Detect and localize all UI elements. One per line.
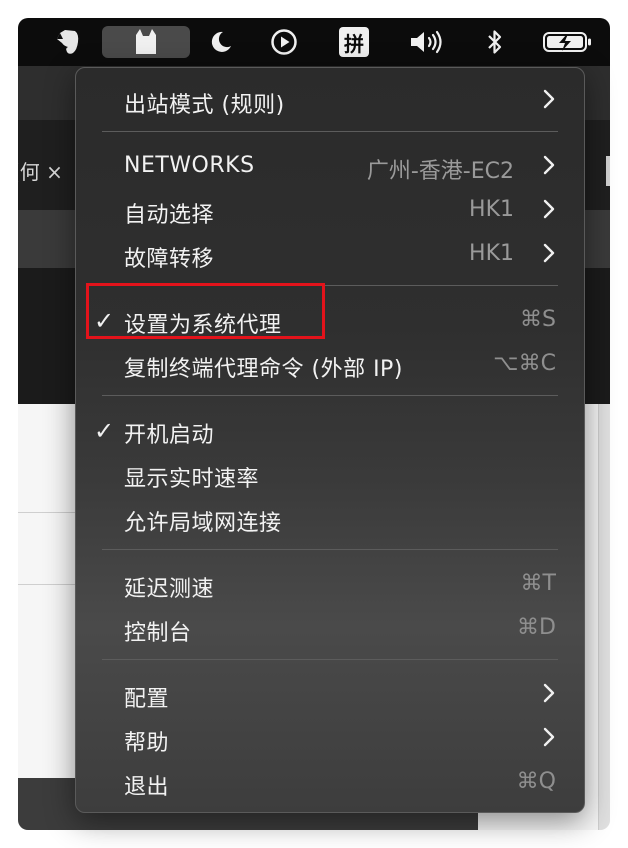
menu-item-label: 延迟测速: [124, 577, 215, 602]
menu-item-networks[interactable]: NETWORKS 广州-香港-EC2: [76, 144, 584, 188]
menu-item-label: 显示实时速率: [124, 467, 260, 492]
menu-item-value: 广州-香港-EC2: [366, 159, 514, 184]
menu-item-launch-at-login[interactable]: ✓ 开机启动: [76, 408, 584, 452]
menu-item-label: 开机启动: [124, 423, 215, 448]
menu-item-label: NETWORKS: [124, 153, 255, 178]
background-divider: [18, 584, 78, 585]
menu-item-label: 允许局域网连接: [124, 511, 282, 536]
chevron-right-icon: [543, 243, 555, 263]
menu-item-auto-select[interactable]: 自动选择 HK1: [76, 188, 584, 232]
menu-item-show-speed[interactable]: 显示实时速率: [76, 452, 584, 496]
background-divider: [18, 512, 78, 513]
highlight-annotation-box: [86, 283, 325, 339]
menu-item-dashboard[interactable]: 控制台 ⌘D: [76, 606, 584, 650]
menu-item-label: 退出: [124, 775, 170, 800]
evernote-icon[interactable]: [48, 26, 88, 58]
menu-item-copy-terminal-command[interactable]: 复制终端代理命令 (外部 IP) ⌥⌘C: [76, 342, 584, 386]
play-circle-icon[interactable]: [264, 26, 304, 58]
chevron-right-icon: [543, 89, 555, 109]
battery-charging-icon: [540, 26, 596, 58]
bluetooth-icon[interactable]: [480, 26, 510, 58]
menu-item-outbound-mode[interactable]: 出站模式 (规则): [76, 78, 584, 122]
background-scrollbar: [598, 404, 610, 830]
menu-item-label: 控制台: [124, 621, 192, 646]
background-tab-title: (何 ×: [18, 160, 63, 184]
menu-item-label: 自动选择: [124, 203, 215, 228]
chevron-right-icon: [543, 727, 555, 747]
menu-item-latency-test[interactable]: 延迟测速 ⌘T: [76, 562, 584, 606]
menu-item-shortcut: ⌥⌘C: [493, 351, 556, 376]
menu-item-label: 出站模式 (规则): [124, 93, 285, 118]
menu-item-shortcut: ⌘S: [520, 307, 556, 332]
chevron-right-icon: [543, 155, 555, 175]
cat-proxy-icon[interactable]: [102, 26, 190, 58]
menu-item-shortcut: ⌘D: [517, 615, 556, 640]
menu-item-value: HK1: [469, 241, 514, 266]
background-tab-edge: [606, 156, 610, 186]
menu-item-shortcut: ⌘Q: [516, 769, 556, 794]
menu-separator: [102, 549, 558, 550]
menu-item-allow-lan[interactable]: 允许局域网连接: [76, 496, 584, 540]
chevron-right-icon: [543, 199, 555, 219]
moon-icon[interactable]: [200, 26, 240, 58]
chevron-right-icon: [543, 683, 555, 703]
menu-item-label: 配置: [124, 687, 170, 712]
menu-separator: [102, 395, 558, 396]
menu-separator: [102, 659, 558, 660]
menu-item-label: 故障转移: [124, 247, 215, 272]
clashx-status-menu: 出站模式 (规则) NETWORKS 广州-香港-EC2 自动选择 HK1 故障…: [75, 67, 585, 813]
menu-item-config[interactable]: 配置: [76, 672, 584, 716]
input-method-label: 拼: [339, 27, 369, 57]
menu-item-help[interactable]: 帮助: [76, 716, 584, 760]
macos-menubar: 拼: [18, 18, 610, 66]
menu-item-value: HK1: [469, 197, 514, 222]
menu-item-label: 帮助: [124, 731, 170, 756]
volume-icon[interactable]: [406, 26, 448, 58]
menu-item-shortcut: ⌘T: [520, 571, 556, 596]
menu-item-failover[interactable]: 故障转移 HK1: [76, 232, 584, 276]
menu-separator: [102, 131, 558, 132]
checkmark-icon: ✓: [94, 417, 115, 445]
menu-item-label: 复制终端代理命令 (外部 IP): [124, 357, 403, 382]
menu-item-quit[interactable]: 退出 ⌘Q: [76, 760, 584, 804]
pinyin-input-icon[interactable]: 拼: [336, 26, 372, 58]
